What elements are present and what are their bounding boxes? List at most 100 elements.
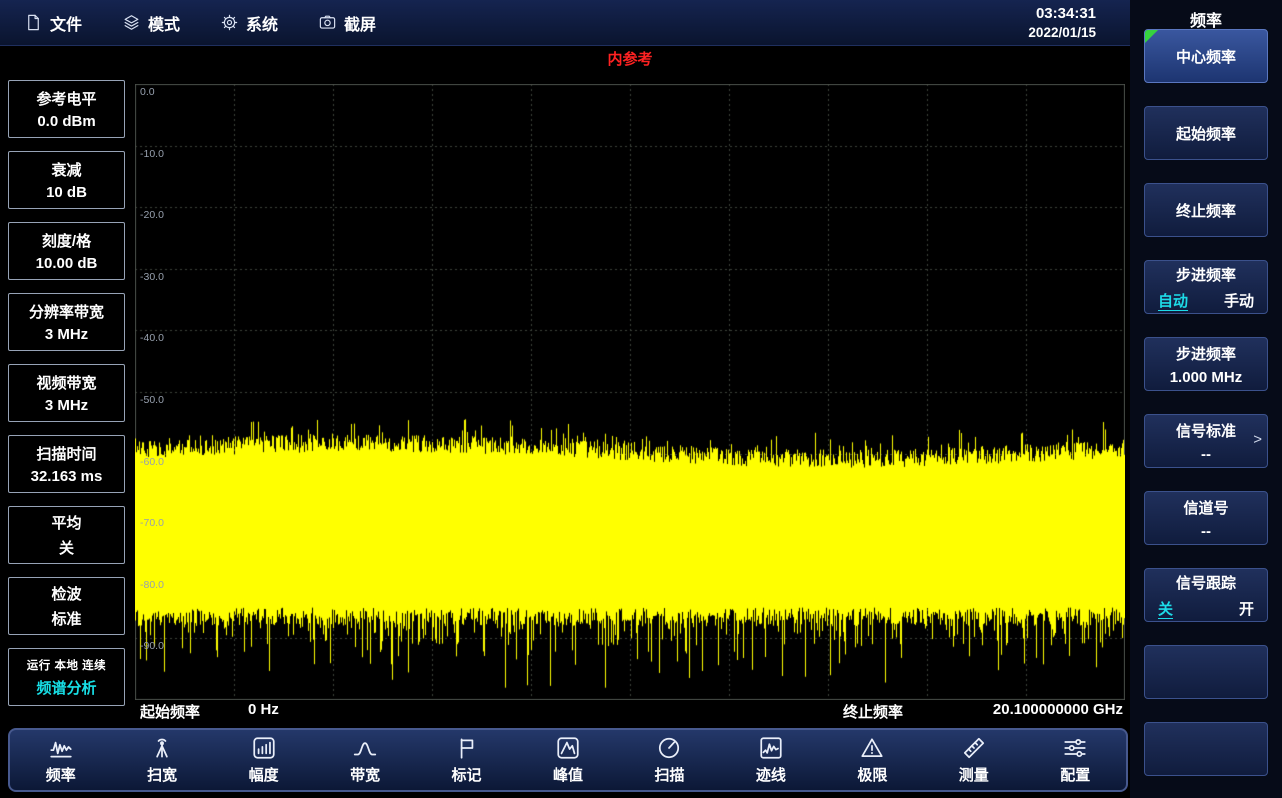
readout-value: 32.163 ms	[31, 468, 103, 485]
softkey-list: 中心频率 起始频率 终止频率 步进频率 自动 手动 步进频率 1.000 MHz…	[1130, 29, 1282, 776]
ytick-0: 0.0	[140, 86, 155, 98]
stop-frequency-value: 20.100000000 GHz	[993, 701, 1123, 718]
tab-label: 极限	[857, 764, 887, 785]
readout-label: 分辨率带宽	[29, 301, 104, 322]
readout-value: 关	[59, 537, 74, 558]
menu-screenshot[interactable]: 截屏	[318, 11, 376, 35]
mode-status-text: 频谱分析	[36, 677, 96, 698]
marker-icon	[454, 735, 480, 761]
limit-icon	[859, 735, 885, 761]
config-icon	[1062, 735, 1088, 761]
spectrum-analyzer-screen: 文件 模式 系统 截屏 03:34:31 2022/01/15 参考电平 0.0…	[0, 0, 1282, 798]
tab-sweep[interactable]: 扫描	[619, 730, 720, 790]
time-text: 03:34:31	[1028, 4, 1096, 24]
readout-label: 刻度/格	[42, 230, 91, 251]
btn-center-frequency[interactable]: 中心频率	[1144, 29, 1268, 83]
tab-measure[interactable]: 测量	[923, 730, 1024, 790]
ytick-40: -40.0	[140, 332, 164, 344]
btn-value: --	[1201, 523, 1211, 540]
tab-bandwidth[interactable]: 带宽	[314, 730, 415, 790]
ytick-20: -20.0	[140, 209, 164, 221]
span-icon	[149, 735, 175, 761]
tab-label: 扫描	[654, 764, 684, 785]
spectrum-canvas	[135, 84, 1125, 700]
btn-step-frequency-value[interactable]: 步进频率 1.000 MHz	[1144, 337, 1268, 391]
btn-label: 步进频率	[1176, 343, 1236, 364]
readout-label: 参考电平	[36, 88, 96, 109]
reference-indicator: 内参考	[135, 48, 1125, 69]
btn-signal-tracking[interactable]: 信号跟踪 关 开	[1144, 568, 1268, 622]
peak-icon	[555, 735, 581, 761]
sweep-icon	[656, 735, 682, 761]
btn-stop-frequency[interactable]: 终止频率	[1144, 183, 1268, 237]
btn-channel-number[interactable]: 信道号 --	[1144, 491, 1268, 545]
right-softkey-panel: 频率 中心频率 起始频率 终止频率 步进频率 自动 手动 步进频率 1.000 …	[1130, 0, 1282, 798]
ytick-60: -60.0	[140, 456, 164, 468]
tab-frequency[interactable]: 频率	[10, 730, 111, 790]
readout-label: 平均	[51, 512, 81, 533]
ytick-70: -70.0	[140, 517, 164, 529]
tab-label: 带宽	[350, 764, 380, 785]
readout-rbw: 分辨率带宽 3 MHz	[8, 293, 125, 351]
btn-label: 终止频率	[1176, 200, 1236, 221]
btn-label: 中心频率	[1176, 46, 1236, 67]
tab-config[interactable]: 配置	[1025, 730, 1126, 790]
readout-value: 3 MHz	[45, 397, 88, 414]
readout-vbw: 视频带宽 3 MHz	[8, 364, 125, 422]
spectrum-display: 0.0 -10.0 -20.0 -30.0 -40.0 -50.0 -60.0 …	[135, 84, 1125, 700]
menu-mode[interactable]: 模式	[122, 11, 180, 35]
menu-mode-label: 模式	[148, 11, 180, 35]
top-bar: 文件 模式 系统 截屏 03:34:31 2022/01/15	[0, 0, 1130, 46]
btn-label: 信号跟踪	[1176, 572, 1236, 593]
readout-attenuation: 衰减 10 dB	[8, 151, 125, 209]
toggle-auto[interactable]: 自动	[1158, 290, 1188, 311]
btn-value: --	[1201, 446, 1211, 463]
readout-value: 10.00 dB	[36, 255, 98, 272]
softkey-panel-title: 频率	[1130, 0, 1282, 29]
tab-label: 扫宽	[147, 764, 177, 785]
toggle-manual[interactable]: 手动	[1224, 290, 1254, 311]
tab-amplitude[interactable]: 幅度	[213, 730, 314, 790]
step-mode-toggle: 自动 手动	[1145, 290, 1267, 311]
menu-screenshot-label: 截屏	[344, 11, 376, 35]
readout-value: 标准	[51, 608, 81, 629]
menu-system-label: 系统	[246, 11, 278, 35]
readout-average: 平均 关	[8, 506, 125, 564]
menu-file[interactable]: 文件	[24, 11, 82, 35]
menu-system[interactable]: 系统	[220, 11, 278, 35]
ytick-50: -50.0	[140, 394, 164, 406]
mode-icon	[122, 13, 141, 32]
tracking-toggle: 关 开	[1145, 598, 1267, 619]
btn-blank-1[interactable]	[1144, 645, 1268, 699]
btn-blank-2[interactable]	[1144, 722, 1268, 776]
tab-label: 频率	[46, 764, 76, 785]
btn-signal-standard[interactable]: 信号标准 -- >	[1144, 414, 1268, 468]
readout-detector: 检波 标准	[8, 577, 125, 635]
trace-icon	[758, 735, 784, 761]
readout-value: 3 MHz	[45, 326, 88, 343]
readout-value: 10 dB	[46, 184, 87, 201]
btn-label: 信号标准	[1176, 420, 1236, 441]
readout-scale-div: 刻度/格 10.00 dB	[8, 222, 125, 280]
btn-start-frequency[interactable]: 起始频率	[1144, 106, 1268, 160]
tab-label: 测量	[959, 764, 989, 785]
tab-marker[interactable]: 标记	[416, 730, 517, 790]
btn-value: 1.000 MHz	[1170, 369, 1243, 386]
tab-span[interactable]: 扫宽	[111, 730, 212, 790]
run-status-text: 运行 本地 连续	[27, 657, 106, 673]
run-status-box: 运行 本地 连续 频谱分析	[8, 648, 125, 706]
toggle-on[interactable]: 开	[1239, 598, 1254, 619]
menu-file-label: 文件	[50, 11, 82, 35]
readout-label: 视频带宽	[36, 372, 96, 393]
toggle-off[interactable]: 关	[1158, 598, 1173, 619]
system-icon	[220, 13, 239, 32]
readout-label: 衰减	[51, 159, 81, 180]
tab-limit[interactable]: 极限	[822, 730, 923, 790]
tab-peak[interactable]: 峰值	[517, 730, 618, 790]
tab-trace[interactable]: 迹线	[720, 730, 821, 790]
file-icon	[24, 13, 43, 32]
btn-label: 信道号	[1183, 497, 1228, 518]
btn-label: 起始频率	[1176, 123, 1236, 144]
btn-step-frequency-mode[interactable]: 步进频率 自动 手动	[1144, 260, 1268, 314]
amplitude-icon	[251, 735, 277, 761]
